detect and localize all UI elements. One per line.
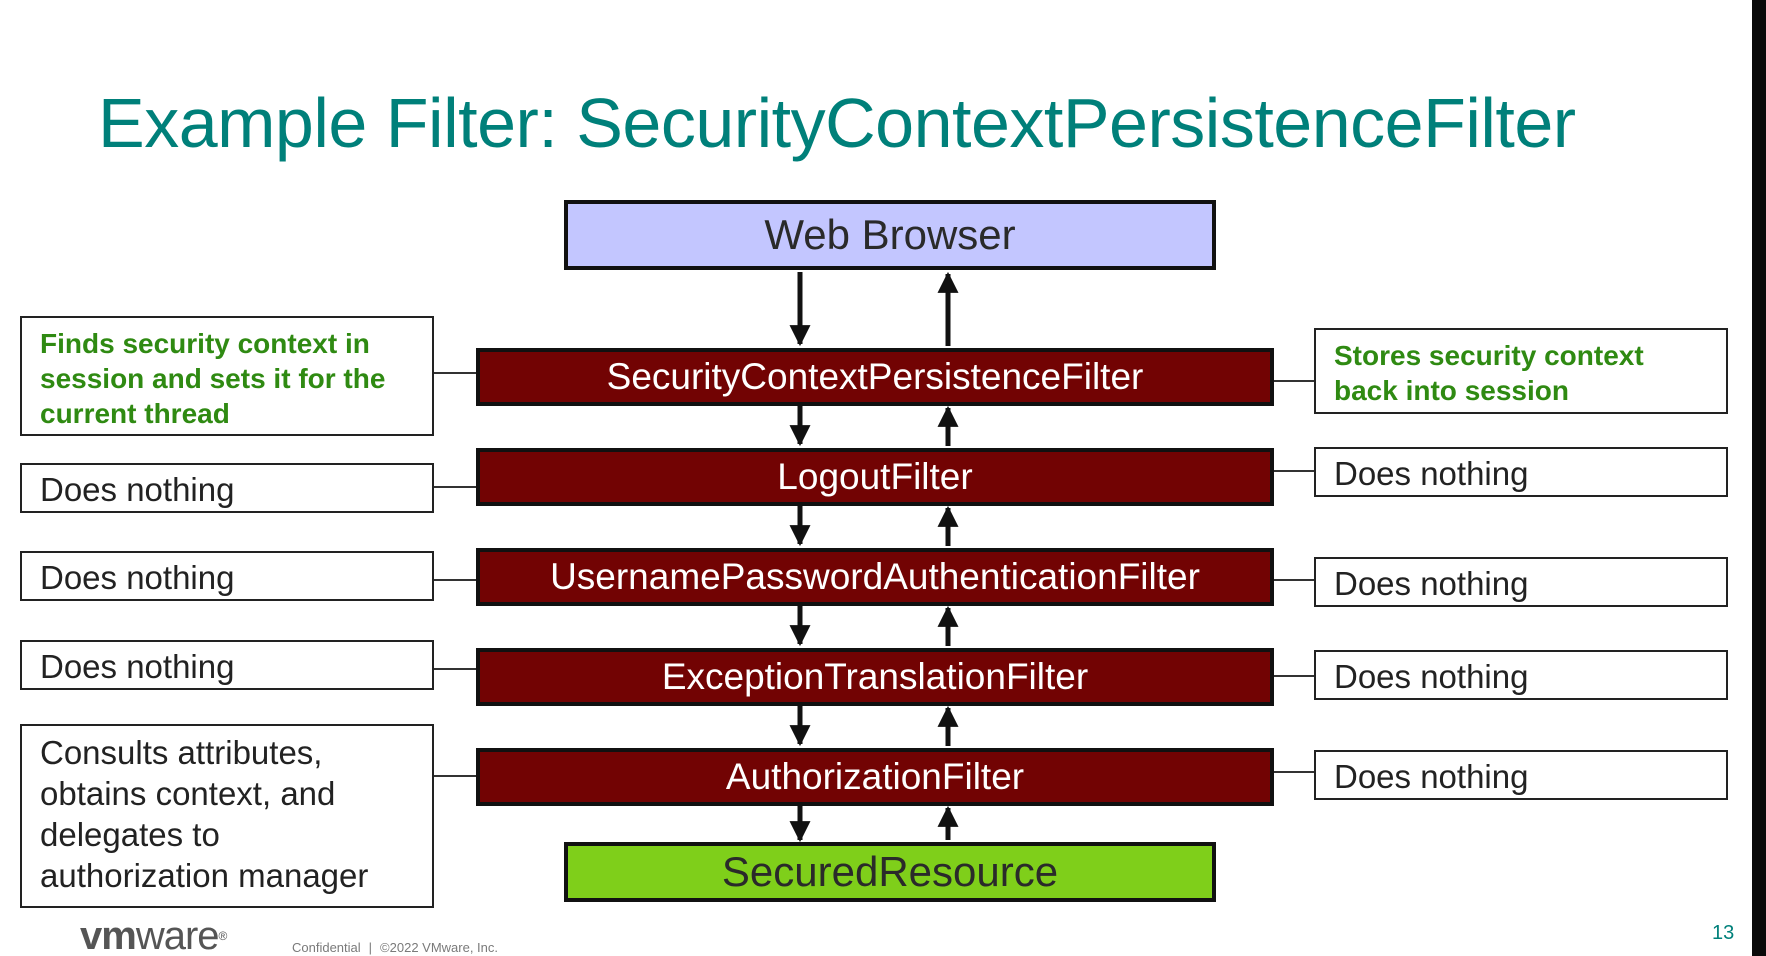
slide: Example Filter: SecurityContextPersisten… xyxy=(0,0,1766,956)
window-edge xyxy=(1752,0,1766,956)
left-note-username-password-authentication: Does nothing xyxy=(20,551,434,601)
logo-registered-mark: ® xyxy=(218,929,228,943)
note-line: authorization manager xyxy=(40,857,369,894)
note-text: Does nothing xyxy=(1334,565,1529,602)
filter-exception-translation: ExceptionTranslationFilter xyxy=(476,648,1274,706)
note-line: obtains context, and xyxy=(40,775,336,812)
web-browser-box: Web Browser xyxy=(564,200,1216,270)
right-note-security-context-persistence: Stores security context back into sessio… xyxy=(1314,328,1728,414)
note-line: Finds security context in xyxy=(40,328,370,359)
note-line: session and sets it for the xyxy=(40,363,386,394)
note-text: Does nothing xyxy=(1334,758,1529,795)
confidential-label: Confidential xyxy=(292,940,361,955)
filter-authorization: AuthorizationFilter xyxy=(476,748,1274,806)
secured-resource-box: SecuredResource xyxy=(564,842,1216,902)
left-note-authorization: Consults attributes, obtains context, an… xyxy=(20,724,434,908)
note-text: Does nothing xyxy=(40,471,235,508)
right-note-logout: Does nothing xyxy=(1314,447,1728,497)
slide-title: Example Filter: SecurityContextPersisten… xyxy=(98,84,1576,162)
note-text: Does nothing xyxy=(1334,658,1529,695)
logo-ware: ware xyxy=(135,914,220,956)
left-note-exception-translation: Does nothing xyxy=(20,640,434,690)
right-note-username-password-authentication: Does nothing xyxy=(1314,557,1728,607)
note-line: Stores security context xyxy=(1334,340,1644,371)
note-text: Does nothing xyxy=(40,648,235,685)
note-line: back into session xyxy=(1334,375,1569,406)
filter-security-context-persistence: SecurityContextPersistenceFilter xyxy=(476,348,1274,406)
note-line: Consults attributes, xyxy=(40,734,323,771)
left-note-security-context-persistence: Finds security context in session and se… xyxy=(20,316,434,436)
filter-logout: LogoutFilter xyxy=(476,448,1274,506)
filter-username-password-authentication: UsernamePasswordAuthenticationFilter xyxy=(476,548,1274,606)
vmware-logo: vmware® xyxy=(80,916,227,956)
page-number: 13 xyxy=(1712,922,1735,944)
note-text: Does nothing xyxy=(1334,455,1529,492)
footer-confidential: Confidential | ©2022 VMware, Inc. xyxy=(292,940,498,955)
note-line: delegates to xyxy=(40,816,220,853)
right-note-authorization: Does nothing xyxy=(1314,750,1728,800)
right-note-exception-translation: Does nothing xyxy=(1314,650,1728,700)
left-note-logout: Does nothing xyxy=(20,463,434,513)
logo-vm: vm xyxy=(80,914,137,956)
note-line: current thread xyxy=(40,398,230,429)
footer-separator: | xyxy=(368,940,373,955)
copyright-text: ©2022 VMware, Inc. xyxy=(380,940,499,955)
note-text: Does nothing xyxy=(40,559,235,596)
